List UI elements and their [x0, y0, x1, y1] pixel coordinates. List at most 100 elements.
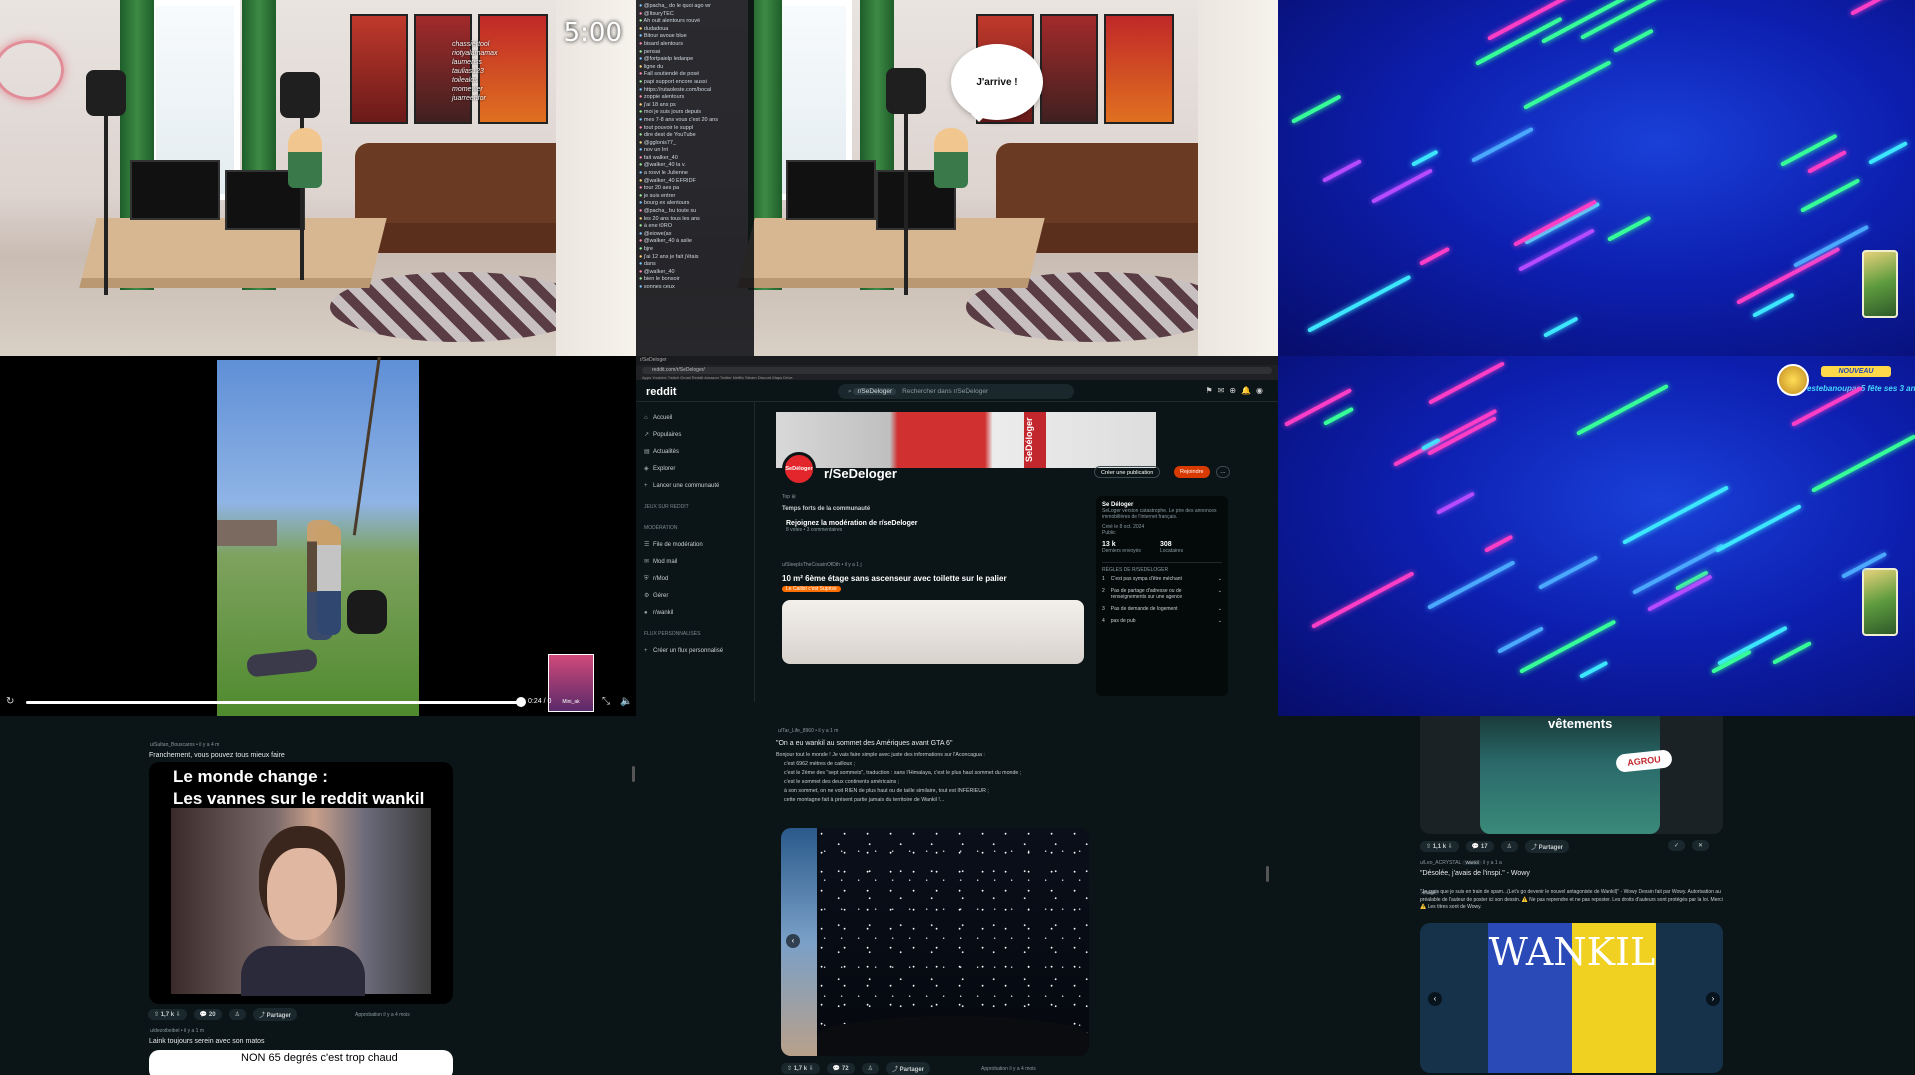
section-games[interactable]: JEUX SUR REDDIT	[644, 499, 748, 516]
sidebar-item-manage[interactable]: ⚙ Gérer	[644, 588, 748, 605]
remove-icon[interactable]: ✕	[1692, 840, 1710, 851]
scrollbar[interactable]	[632, 766, 635, 782]
share-button[interactable]: ⤴ Partager	[885, 1062, 931, 1075]
chat-message: ● @ItsuryTEC	[639, 11, 751, 19]
stream-room-chat-scene: J'arrive ! ● @pacha_ do le quoi ago wr ● …	[636, 0, 1278, 356]
person-2	[317, 525, 341, 635]
seek-handle[interactable]	[516, 697, 526, 707]
chat-text: sonnes ceux	[643, 283, 675, 290]
sidebar-item-mod-mail[interactable]: ✉ Mod mail	[644, 554, 748, 571]
twitch-chat[interactable]: ● @pacha_ do le quoi ago wr ● @ItsuryTEC ●…	[636, 0, 754, 356]
comment-button[interactable]: 💬 20	[193, 1009, 222, 1020]
volume-icon[interactable]: 🔈	[620, 696, 632, 707]
post-title-2[interactable]: Laink toujours serein avec son matos	[149, 1038, 265, 1045]
neon-streak	[1291, 94, 1342, 124]
rule-item[interactable]: 2 Pas de partage d'adresse ou de renseign…	[1102, 585, 1222, 603]
share-button[interactable]: ⤴ Partager	[252, 1008, 298, 1021]
sidebar-item-popular[interactable]: ↗ Populaires	[644, 427, 748, 444]
post-media-2[interactable]: NON 65 degrés c'est trop chaud	[149, 1050, 453, 1075]
sidebar-item-explore[interactable]: ◈ Explorer	[644, 461, 748, 478]
light-pole	[904, 95, 908, 295]
post-user-2[interactable]: u/dezoibeibel • il y a 1 m	[150, 1028, 204, 1034]
vote-button[interactable]: ⇧ 1,7 k ⇩	[781, 1063, 820, 1074]
carousel-next-button[interactable]: ›	[1706, 992, 1720, 1006]
comment-button[interactable]: 💬 17	[1465, 841, 1494, 852]
seek-bar[interactable]	[26, 701, 522, 704]
chat-text: Bitour avoue blue	[643, 33, 687, 40]
chat-text: @walker_40 à aslie	[643, 238, 692, 245]
sidebar-item-mod-queue[interactable]: ☰ File de modération	[644, 537, 748, 554]
sidebar-item-wankil[interactable]: ● r/wankil	[644, 605, 748, 622]
subreddit-info-rail: Se Déloger SeLoger version catastrophe. …	[1096, 496, 1228, 696]
vote-button[interactable]: ⇧ 1,7 k ⇩	[148, 1009, 187, 1020]
chat-message: ● tour 20 aes pa	[639, 185, 751, 193]
sidebar-item-r-mod[interactable]: ⛨ r/Mod	[644, 571, 748, 588]
rule-item[interactable]: 4 pas de pub ⌄	[1102, 615, 1222, 627]
rail-stats: 13 k 308	[1102, 541, 1222, 548]
post-title[interactable]: "On a eu wankil au sommet des Amériques …	[776, 740, 952, 747]
join-button[interactable]: Rejoindre	[1174, 466, 1210, 478]
post-title[interactable]: "Désolée, j'avais de l'inspi." - Wowy	[1420, 870, 1530, 877]
approve-icon[interactable]: ✓	[1668, 840, 1686, 851]
post-user[interactable]: u/Leo_ACRYSTAL	[1420, 860, 1461, 866]
dog	[347, 590, 387, 634]
sidebar-item-news[interactable]: ▤ Actualités	[644, 444, 748, 461]
section-custom-feeds[interactable]: FLUX PERSONNALISÉS	[644, 626, 748, 643]
post-user[interactable]: u/SleepIsTheCousinOfDth • il y a 1 j	[782, 562, 1088, 568]
award-button[interactable]: ♙	[228, 1009, 246, 1020]
sidebar-item-create-community[interactable]: + Lancer une communauté	[644, 478, 748, 495]
header-icons[interactable]: ⚑✉⊕🔔◉	[1205, 386, 1268, 395]
post-title[interactable]: Franchement, vous pouvez tous mieux fair…	[149, 752, 285, 759]
chat-text: Ah ouit alentours rouvé	[643, 18, 701, 25]
carousel-prev-button[interactable]: ‹	[1428, 992, 1442, 1006]
screen-grid: 5:00 chassiertool riotyalamamax laumenss…	[0, 0, 1915, 1075]
vote-button[interactable]: ⇧ 1,1 k ⇩	[1420, 841, 1459, 852]
highlights-title[interactable]: Temps forts de la communauté	[782, 506, 1088, 512]
search-input[interactable]: ⌕ r/SeDeloger Rechercher dans r/SeDeloger	[838, 384, 1074, 399]
video-player[interactable]: Mini_ak ↻ 0:24 / 0 ⤡ 🔈	[0, 356, 636, 716]
neon-streak	[1513, 199, 1598, 247]
share-button[interactable]: ⤴ Partager	[1524, 840, 1570, 853]
chat-message: ● pensai	[639, 49, 751, 57]
post-card[interactable]: u/SleepIsTheCousinOfDth • il y a 1 j 10 …	[782, 562, 1088, 664]
post-user[interactable]: u/Tar_Life_8960 • il y a 1 m	[778, 728, 838, 734]
fullscreen-icon[interactable]: ⤡	[602, 696, 610, 707]
chat-text: Fall soutiendé de posé	[643, 71, 700, 78]
post-title[interactable]: 10 m² 6ème étage sans ascenseur avec toi…	[782, 574, 1088, 583]
post-media[interactable]: Le monde change : Les vannes sur le redd…	[149, 762, 453, 1004]
post-image[interactable]	[782, 600, 1084, 664]
chat-text: je suis entrer	[643, 192, 676, 199]
sidebar-item-create-feed[interactable]: + Créer un flux personnalisé	[644, 643, 748, 660]
highlight-card[interactable]: Rejoignez la modération de r/seDeloger 8…	[786, 520, 1076, 546]
create-post-button[interactable]: Créer une publication	[1094, 466, 1161, 478]
browser-tab[interactable]: r/SeDeloger	[636, 356, 1278, 365]
replay-icon[interactable]: ↻	[6, 696, 14, 707]
post-media[interactable]: WANKIL	[1420, 923, 1723, 1073]
chat-text: bien le bonsoir	[643, 276, 680, 283]
search-chip[interactable]: r/SeDeloger	[853, 388, 897, 395]
community-highlights: Temps forts de la communauté Rejoignez l…	[782, 506, 1088, 550]
post-image[interactable]	[817, 828, 1089, 1056]
rule-item[interactable]: 3 Pas de demande de logement ⌄	[1102, 603, 1222, 615]
sidebar-item-home[interactable]: ⌂ Accueil	[644, 410, 748, 427]
sort-dropdown[interactable]: Top ⊞	[782, 494, 796, 500]
child-lying	[246, 648, 318, 678]
minimap-thumbnail[interactable]: Mini_ak	[548, 654, 594, 712]
address-bar[interactable]: reddit.com/r/SeDeloger/	[642, 367, 1272, 374]
scrollbar[interactable]	[1266, 866, 1269, 882]
previous-post-media[interactable]: vêtements AGROU	[1420, 716, 1723, 834]
rule-item[interactable]: 1 C'est pas sympa d'être méchant ⌄	[1102, 573, 1222, 585]
award-button[interactable]: ♙	[861, 1063, 879, 1074]
plus-icon: +	[644, 483, 648, 489]
more-options-button[interactable]: ···	[1216, 466, 1230, 478]
carousel-prev-button[interactable]: ‹	[786, 934, 800, 948]
subreddit-name: r/SeDeloger	[824, 466, 897, 481]
post-user[interactable]: u/Sultan_Bouscaros • il y a 4 m	[150, 742, 219, 748]
rail-stat-labels: Derniers envoyés Locataires	[1102, 548, 1184, 554]
section-moderation[interactable]: MODÉRATION	[644, 520, 748, 537]
chat-message: ● mes 7-8 ans vous c'est 20 ans	[639, 117, 751, 125]
chat-message: ● j'ai 12 ans je fait j'étais	[639, 254, 751, 262]
award-button[interactable]: ♙	[1500, 841, 1518, 852]
reddit-logo[interactable]: reddit	[646, 386, 677, 398]
comment-button[interactable]: 💬 72	[826, 1063, 855, 1074]
